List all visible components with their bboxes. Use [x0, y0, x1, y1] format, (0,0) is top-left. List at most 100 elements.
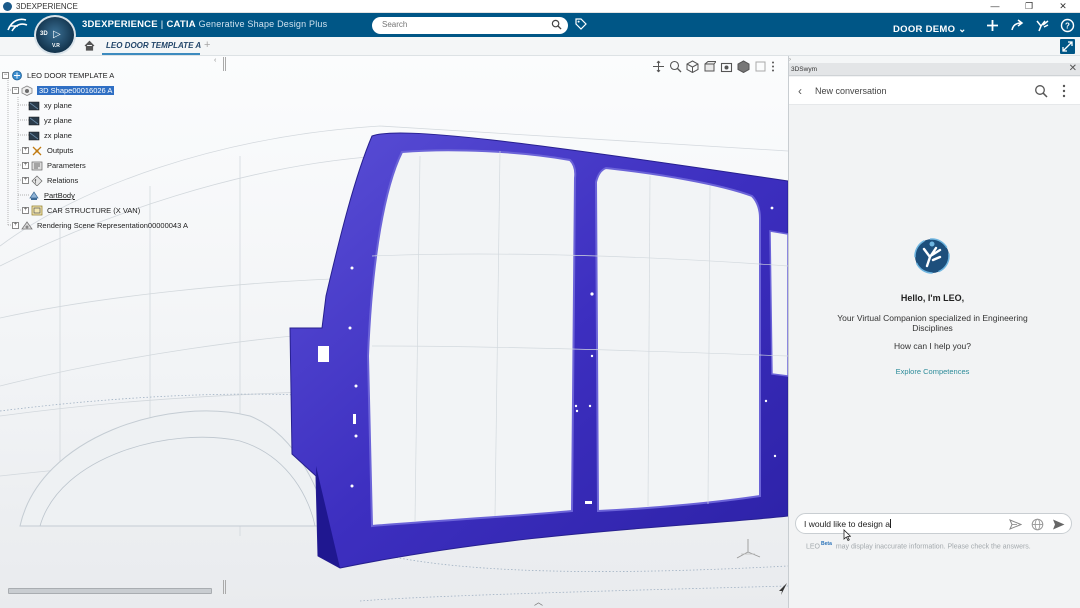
- close-panel-button[interactable]: ✕: [1069, 63, 1077, 74]
- tree-rendering-label: Rendering Scene Representation00000043 A: [37, 221, 188, 230]
- back-button[interactable]: ‹: [798, 84, 802, 98]
- tree-item[interactable]: xy plane: [28, 99, 72, 112]
- partbody-icon: [29, 191, 39, 200]
- more-options-icon[interactable]: [771, 60, 775, 73]
- send-icon[interactable]: [1052, 518, 1065, 531]
- chat-input-text: I would like to design a: [804, 519, 890, 529]
- tag-icon[interactable]: [574, 17, 588, 31]
- dassault-logo-icon[interactable]: [6, 16, 30, 37]
- home-icon[interactable]: [84, 40, 95, 51]
- restore-button[interactable]: ❐: [1012, 0, 1046, 13]
- close-window-button[interactable]: ✕: [1046, 0, 1080, 13]
- horizontal-scrollbar[interactable]: [8, 588, 212, 594]
- tree-item-label: PartBody: [44, 191, 75, 200]
- compass-3d-label: 3D: [40, 31, 48, 37]
- tree-item-label: yz plane: [44, 116, 72, 125]
- expand-icon: [1062, 41, 1073, 52]
- add-tab-button[interactable]: +: [204, 39, 210, 51]
- beta-badge: Beta: [821, 541, 832, 547]
- disclaimer-text: may display inaccurate information. Plea…: [835, 543, 1031, 551]
- conversation-header: ‹ New conversation: [789, 77, 1080, 105]
- plus-icon[interactable]: [985, 18, 1000, 33]
- product-icon: [12, 70, 22, 81]
- collapse-root-icon[interactable]: −: [2, 72, 9, 79]
- collapse-shape-icon[interactable]: −: [12, 87, 19, 94]
- chevron-up-icon[interactable]: ︿: [534, 595, 543, 608]
- search-icon[interactable]: [1034, 84, 1048, 98]
- kebab-menu-icon[interactable]: [1062, 84, 1066, 98]
- hide-show-icon[interactable]: [754, 60, 767, 73]
- iso-view-icon[interactable]: [686, 60, 699, 74]
- tab-leo-door-template[interactable]: LEO DOOR TEMPLATE A: [102, 38, 202, 55]
- globe-icon[interactable]: [1031, 518, 1044, 531]
- expand-panel-button[interactable]: [1060, 39, 1075, 54]
- compass-vr-label: V.R: [52, 43, 60, 49]
- text-caret: [890, 519, 891, 528]
- tree-item[interactable]: + CAR STRUCTURE (X VAN): [22, 204, 140, 217]
- tree-item[interactable]: zx plane: [28, 129, 72, 142]
- chevron-down-icon: ⌄: [958, 24, 967, 35]
- cursor-icon: [779, 583, 787, 595]
- expand-node-icon[interactable]: +: [22, 207, 29, 214]
- tree-item-label: CAR STRUCTURE (X VAN): [47, 206, 141, 215]
- mouse-pointer-icon: [843, 529, 851, 541]
- tree-root[interactable]: − LEO DOOR TEMPLATE A: [2, 69, 114, 82]
- tenant-selector[interactable]: DOOR DEMO ⌄: [893, 24, 967, 35]
- expand-node-icon[interactable]: +: [22, 177, 29, 184]
- tree-splitter-bottom[interactable]: [223, 580, 226, 594]
- tree-item-label: zx plane: [44, 131, 72, 140]
- tree-item[interactable]: PartBody: [28, 189, 75, 202]
- explore-competences-link[interactable]: Explore Competences: [789, 367, 1076, 376]
- tree-shape[interactable]: − 3D Shape00016026 A: [12, 84, 115, 97]
- view-toolbar: [652, 60, 775, 74]
- brand-label: 3DEXPERIENCE: [82, 19, 158, 30]
- send-to-agent-icon[interactable]: [1009, 518, 1022, 531]
- tree-splitter-top[interactable]: [223, 57, 226, 71]
- tree-rendering-scene[interactable]: + Rendering Scene Representation00000043…: [12, 219, 188, 232]
- tree-item[interactable]: + Outputs: [22, 144, 73, 157]
- geometrical-set-icon: [31, 205, 43, 216]
- os-window-title: 3DEXPERIENCE: [16, 1, 78, 11]
- camera-icon[interactable]: [720, 60, 733, 73]
- tab-label: LEO DOOR TEMPLATE A: [106, 41, 202, 50]
- tab-row: LEO DOOR TEMPLATE A +: [0, 37, 1080, 56]
- plane-icon: [28, 131, 40, 141]
- app-title: 3DEXPERIENCE | CATIA Generative Shape Desi…: [82, 19, 328, 30]
- app-icon: [3, 1, 12, 11]
- pan-icon[interactable]: [652, 60, 665, 73]
- expand-node-icon[interactable]: +: [22, 147, 29, 154]
- window-controls: — ❐ ✕: [978, 0, 1080, 13]
- play-icon[interactable]: ▷: [53, 29, 61, 40]
- tree-item-label: xy plane: [44, 101, 72, 110]
- conversation-title: New conversation: [815, 86, 887, 96]
- tenant-label: DOOR DEMO: [893, 24, 956, 35]
- tree-shape-label: 3D Shape00016026 A: [37, 86, 115, 95]
- render-icon[interactable]: [737, 60, 750, 74]
- companion-icon[interactable]: [1035, 18, 1050, 33]
- swym-tab-label[interactable]: 3DSwym: [791, 66, 817, 73]
- search-box[interactable]: [372, 17, 568, 34]
- swym-panel: 3DSwym ✕ ‹ New conversation Hello, I'm L…: [789, 63, 1080, 608]
- shading-icon[interactable]: [703, 60, 718, 73]
- tree-item[interactable]: yz plane: [28, 114, 72, 127]
- rendering-scene-icon: [21, 221, 33, 230]
- minimize-button[interactable]: —: [978, 0, 1012, 13]
- tree-item[interactable]: + Parameters: [22, 159, 86, 172]
- chat-input-field[interactable]: I would like to design a: [795, 513, 1072, 534]
- swym-tab-bar: 3DSwym ✕: [789, 63, 1080, 76]
- tree-item-label: Outputs: [47, 146, 74, 155]
- tree-item-label: Relations: [47, 176, 79, 185]
- expand-rendering-icon[interactable]: +: [12, 222, 19, 229]
- leo-disclaimer: LEOBeta may display inaccurate informati…: [806, 541, 1031, 550]
- app-subtitle: Generative Shape Design Plus: [198, 19, 328, 29]
- tree-item-label: Parameters: [47, 161, 86, 170]
- zoom-fit-icon[interactable]: [669, 60, 682, 73]
- expand-node-icon[interactable]: +: [22, 162, 29, 169]
- help-icon[interactable]: ?: [1060, 18, 1075, 33]
- tree-item[interactable]: + f Relations: [22, 174, 78, 187]
- search-icon[interactable]: [551, 19, 562, 30]
- compass-widget[interactable]: 3D ▷ V.R: [34, 15, 76, 55]
- search-input[interactable]: [382, 20, 542, 29]
- os-titlebar: 3DEXPERIENCE — ❐ ✕: [0, 0, 1080, 13]
- share-icon[interactable]: [1010, 18, 1025, 33]
